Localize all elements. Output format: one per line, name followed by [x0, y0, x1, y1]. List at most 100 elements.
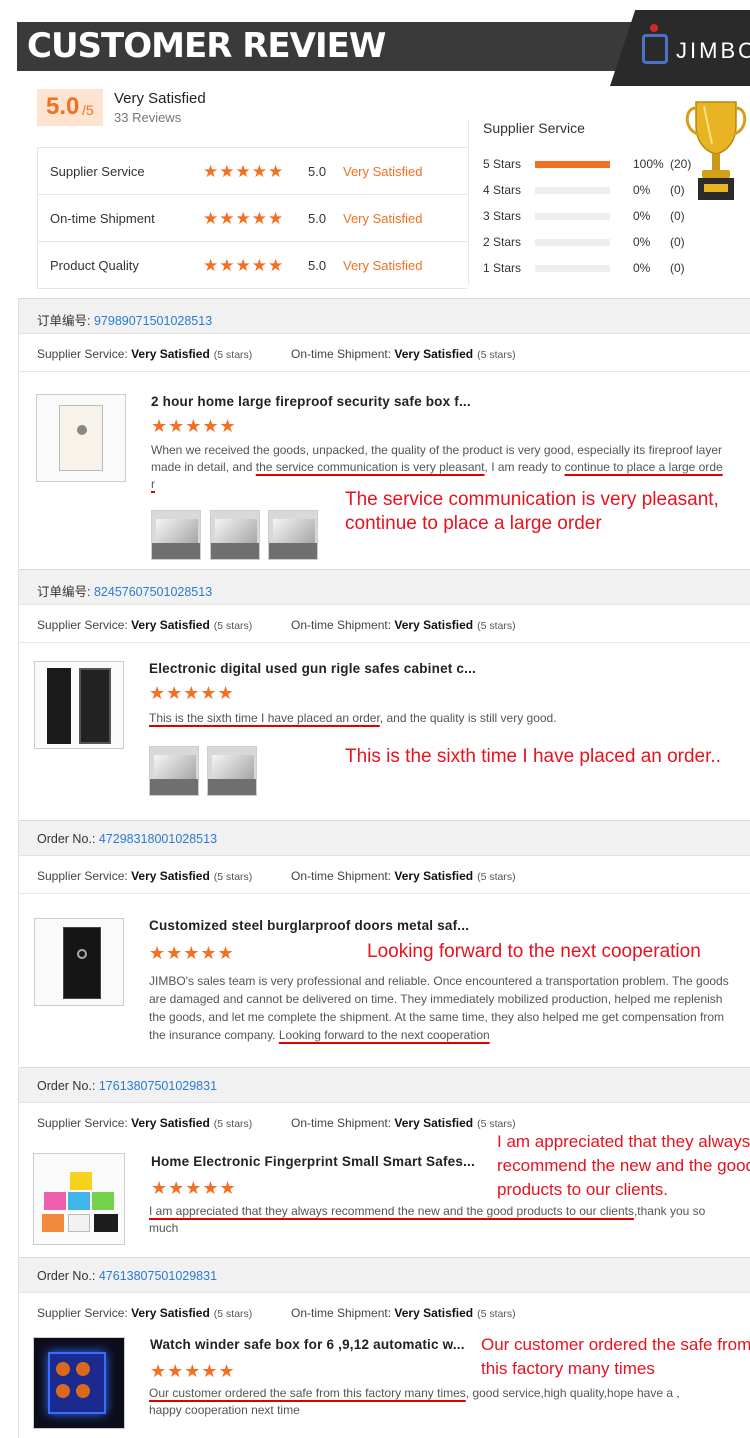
product-thumbnail[interactable] [34, 661, 124, 749]
order-header: 订单编号: 82457607501028513 [19, 569, 750, 605]
star-rating-icon: ★★★★★ [203, 256, 285, 275]
order-number-label: Order No.: [37, 832, 96, 846]
overall-score-max: /5 [82, 102, 94, 118]
review-highlight: I am appreciated that they always recomm… [149, 1204, 634, 1218]
product-title[interactable]: Electronic digital used gun rigle safes … [149, 661, 476, 676]
rating-score: 5.0 [308, 164, 327, 179]
shipment-value: Very Satisfied [394, 618, 474, 632]
supplier-service-label: Supplier Service: [37, 1116, 128, 1130]
product-title[interactable]: Watch winder safe box for 6 ,9,12 automa… [150, 1337, 465, 1352]
review-count[interactable]: 33 Reviews [114, 110, 181, 125]
review-highlight: the service communication is very pleasa… [255, 460, 485, 474]
supplier-service-value: Very Satisfied [131, 618, 210, 632]
order-number-link[interactable]: 47613807501029831 [99, 1269, 217, 1283]
distribution-row[interactable]: 1 Stars 0% (0) [483, 258, 743, 278]
service-ratings: Supplier Service: Very Satisfied (5 stars… [19, 856, 750, 894]
service-ratings: Supplier Service: Very Satisfied (5 stars… [19, 334, 750, 372]
product-title[interactable]: Home Electronic Fingerprint Small Smart … [151, 1154, 475, 1169]
rating-text: Very Satisfied [343, 211, 423, 226]
review-text: When we received the goods, unpacked, th… [151, 442, 736, 493]
order-number-link[interactable]: 47298318001028513 [99, 832, 217, 846]
product-thumbnail[interactable] [33, 1337, 125, 1429]
rating-row-supplier-service: Supplier Service ★★★★★ 5.0 Very Satisfie… [38, 148, 467, 195]
watch-pillow-icon [56, 1384, 70, 1398]
rating-label: Product Quality [50, 258, 139, 273]
review-stars-icon: ★★★★★ [151, 1178, 237, 1198]
shipment-stars: (5 stars) [477, 349, 516, 361]
black-safe-image [94, 1214, 118, 1232]
supplier-service-value: Very Satisfied [131, 1116, 210, 1130]
review-photo[interactable] [149, 746, 199, 796]
shipment-value: Very Satisfied [394, 1116, 474, 1130]
order-review-card: 订单编号: 82457607501028513 Supplier Service… [18, 569, 750, 819]
distribution-count: (0) [670, 235, 685, 249]
distribution-label: 2 Stars [483, 235, 522, 249]
product-title[interactable]: 2 hour home large fireproof security saf… [151, 394, 471, 409]
logo-mark-icon [642, 34, 668, 64]
order-review-card: Order No.: 47613807501029831 Supplier Se… [18, 1257, 750, 1438]
supplier-service-label: Supplier Service: [37, 869, 128, 883]
product-thumbnail[interactable] [33, 1153, 125, 1245]
annotation-callout: Our customer ordered the safe from this … [481, 1335, 750, 1378]
review-highlight: continue to place a large orde [564, 460, 723, 474]
safe-dial-icon [77, 425, 87, 435]
supplier-service-stars: (5 stars) [213, 1308, 253, 1320]
shipment-value: Very Satisfied [394, 347, 474, 361]
rating-breakdown-table: Supplier Service ★★★★★ 5.0 Very Satisfie… [37, 147, 467, 289]
order-review-card: Order No.: 47298318001028513 Supplier Se… [18, 820, 750, 1066]
review-photo[interactable] [207, 746, 257, 796]
annotation-callout: I am appreciated that they always recomm… [497, 1132, 750, 1199]
shipment-stars: (5 stars) [477, 1118, 516, 1130]
shipment-value: Very Satisfied [394, 869, 474, 883]
product-thumbnail[interactable] [36, 394, 126, 482]
supplier-service-stars: (5 stars) [213, 1118, 253, 1130]
review-text: I am appreciated that they always recomm… [149, 1203, 729, 1237]
banner-title: CUSTOMER REVIEW [27, 26, 386, 66]
distribution-percent: 0% [633, 209, 651, 223]
review-stars-icon: ★★★★★ [151, 416, 237, 436]
review-stars-icon: ★★★★★ [150, 1361, 236, 1381]
logo-text: JIMBO [676, 38, 750, 63]
order-number-link[interactable]: 97989071501028513 [94, 314, 212, 328]
distribution-label: 3 Stars [483, 209, 522, 223]
distribution-row[interactable]: 2 Stars 0% (0) [483, 232, 743, 252]
star-rating-icon: ★★★★★ [203, 209, 285, 228]
review-photo[interactable] [151, 510, 201, 560]
shipment-value: Very Satisfied [394, 1306, 474, 1320]
review-highlight: Looking forward to the next cooperation [278, 1028, 490, 1042]
distribution-bar [535, 239, 610, 246]
overall-score-badge: 5.0 /5 [37, 89, 103, 126]
distribution-count: (0) [670, 209, 685, 223]
order-number-label: 订单编号: [37, 585, 91, 599]
order-number-label: Order No.: [37, 1079, 96, 1093]
order-review-card: 订单编号: 97989071501028513 Supplier Service… [18, 298, 750, 568]
order-header: 订单编号: 97989071501028513 [19, 298, 750, 334]
review-photo[interactable] [268, 510, 318, 560]
watch-pillow-icon [56, 1362, 70, 1376]
review-photo[interactable] [210, 510, 260, 560]
product-thumbnail[interactable] [34, 918, 124, 1006]
distribution-label: 5 Stars [483, 157, 522, 171]
supplier-service-stars: (5 stars) [213, 349, 253, 361]
pink-safe-image [44, 1192, 66, 1210]
overall-score: 5.0 [46, 93, 80, 120]
overall-rating-label: Very Satisfied [114, 90, 206, 107]
order-header: Order No.: 47298318001028513 [19, 820, 750, 856]
order-number-link[interactable]: 82457607501028513 [94, 585, 212, 599]
green-safe-image [92, 1192, 114, 1210]
rating-score: 5.0 [308, 211, 327, 226]
distribution-row[interactable]: 3 Stars 0% (0) [483, 206, 743, 226]
orange-safe-image [42, 1214, 64, 1232]
distribution-percent: 0% [633, 235, 651, 249]
distribution-bar-fill [535, 161, 610, 168]
shipment-label: On-time Shipment: [291, 347, 392, 361]
product-title[interactable]: Customized steel burglarproof doors meta… [149, 918, 469, 933]
blue-safe-image [68, 1192, 90, 1210]
safe-image [59, 405, 103, 471]
review-text-part: , and the quality is still very good. [379, 711, 557, 725]
distribution-count: (0) [670, 261, 685, 275]
brand-logo: JIMBO [610, 10, 750, 86]
rating-row-on-time-shipment: On-time Shipment ★★★★★ 5.0 Very Satisfie… [38, 195, 467, 242]
rating-score: 5.0 [308, 258, 327, 273]
order-number-link[interactable]: 17613807501029831 [99, 1079, 217, 1093]
